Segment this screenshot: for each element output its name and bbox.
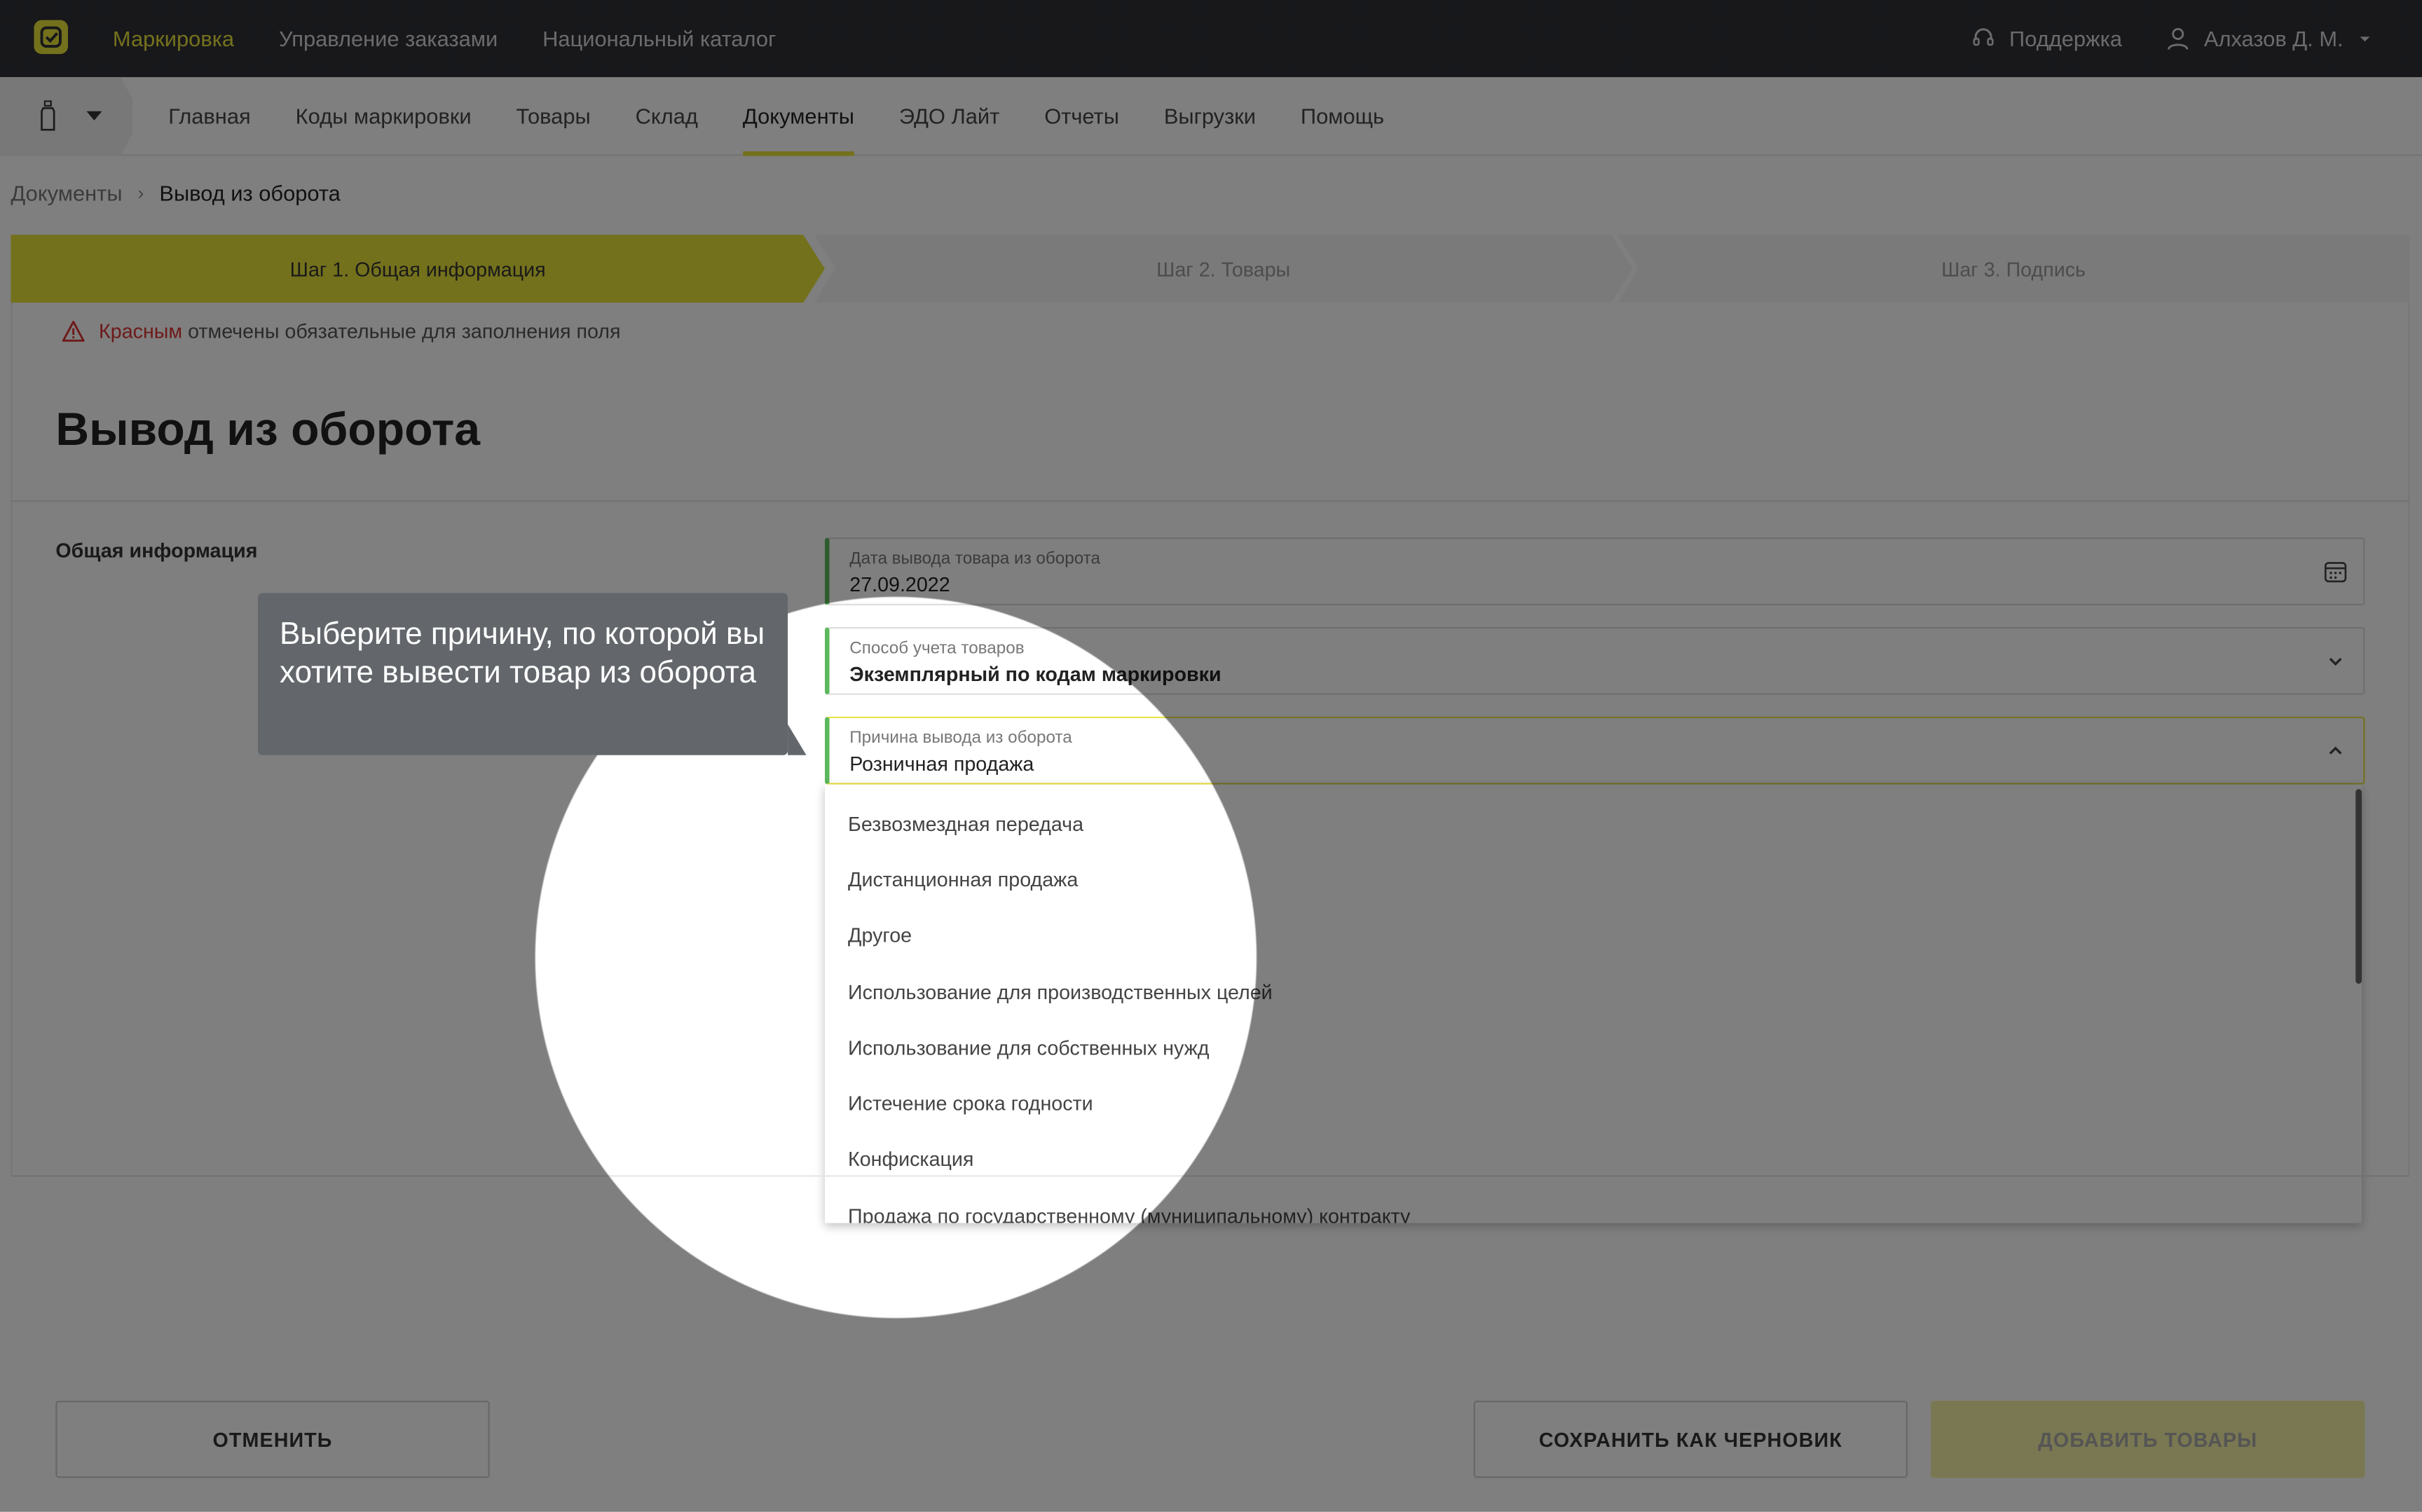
product-group-selector[interactable]: [0, 77, 133, 156]
bottle-icon: [41, 100, 55, 131]
user-icon: [2167, 28, 2189, 50]
withdrawal-reason-label: Причина вывода из оборота: [849, 729, 1072, 748]
dropdown-option[interactable]: Использование для производственных целей: [848, 981, 1273, 1004]
add-goods-button[interactable]: ДОБАВИТЬ ТОВАРЫ: [1931, 1401, 2365, 1478]
dropdown-scrollbar[interactable]: [2355, 789, 2362, 984]
date-field-label: Дата вывода товара из оборота: [849, 549, 1101, 569]
sub-nav-items: Главная Коды маркировки Товары Склад Док…: [168, 77, 1384, 156]
date-field[interactable]: Дата вывода товара из оборота 27.09.2022: [824, 537, 2365, 606]
dropdown-option[interactable]: Использование для собственных нужд: [848, 1036, 1209, 1059]
user-name: Алхазов Д. М.: [2203, 26, 2344, 51]
divider: [11, 1175, 2410, 1177]
nav-warehouse[interactable]: Склад: [636, 77, 698, 156]
caret-down-icon: [86, 111, 102, 121]
dropdown-option[interactable]: Дистанционная продажа: [848, 868, 1078, 891]
section-label: Общая информация: [55, 539, 258, 563]
top-nav-catalog[interactable]: Национальный каталог: [542, 26, 776, 50]
chevron-up-icon: [2329, 746, 2342, 755]
nav-goods[interactable]: Товары: [516, 77, 591, 156]
nav-codes[interactable]: Коды маркировки: [296, 77, 472, 156]
top-nav-marking[interactable]: Маркировка: [113, 26, 234, 50]
breadcrumb-parent[interactable]: Документы: [11, 181, 122, 205]
reason-dropdown-list: Безвозмездная передача Дистанционная про…: [824, 784, 2362, 1223]
chevron-right-icon: ›: [137, 182, 144, 204]
required-fields-note: Красным отмечены обязательные для заполн…: [62, 319, 621, 343]
step-goods[interactable]: Шаг 2. Товары: [814, 235, 1633, 303]
dropdown-option[interactable]: Продажа по государственному (муниципальн…: [848, 1204, 1410, 1223]
top-bar: Маркировка Управление заказами Националь…: [0, 0, 2422, 78]
nav-documents[interactable]: Документы: [742, 77, 855, 156]
withdrawal-reason-select[interactable]: Причина вывода из оборота Розничная прод…: [824, 716, 2365, 785]
wizard-steps: Шаг 1. Общая информация Шаг 2. Товары Ша…: [11, 235, 2410, 303]
dropdown-option[interactable]: Конфискация: [848, 1148, 973, 1171]
date-field-value: 27.09.2022: [849, 572, 950, 596]
breadcrumb: Документы › Вывод из оборота: [11, 181, 340, 205]
accounting-method-select[interactable]: Способ учета товаров Экземплярный по код…: [824, 626, 2365, 695]
top-nav: Маркировка Управление заказами Националь…: [113, 0, 776, 77]
nav-reports[interactable]: Отчеты: [1044, 77, 1119, 156]
top-right: Поддержка Алхазов Д. М.: [1971, 0, 2373, 77]
accounting-method-label: Способ учета товаров: [849, 639, 1025, 658]
nav-exports[interactable]: Выгрузки: [1164, 77, 1256, 156]
dropdown-option[interactable]: Истечение срока годности: [848, 1092, 1093, 1115]
chevron-down-icon: [2329, 657, 2342, 666]
top-nav-orders[interactable]: Управление заказами: [279, 26, 498, 50]
accounting-method-value: Экземплярный по кодам маркировки: [849, 662, 1222, 686]
dropdown-option[interactable]: Другое: [848, 923, 912, 947]
app-root: Маркировка Управление заказами Националь…: [0, 0, 2422, 1512]
step-general-info[interactable]: Шаг 1. Общая информация: [11, 235, 825, 303]
step-signature[interactable]: Шаг 3. Подпись: [1617, 235, 2410, 303]
support-link[interactable]: Поддержка: [1971, 26, 2123, 51]
user-menu[interactable]: Алхазов Д. М.: [2166, 26, 2373, 51]
headset-icon: [1973, 28, 1994, 46]
page-title: Вывод из оборота: [55, 404, 481, 456]
withdrawal-reason-value: Розничная продажа: [849, 752, 1034, 776]
calendar-icon[interactable]: [2323, 559, 2348, 584]
save-draft-button[interactable]: СОХРАНИТЬ КАК ЧЕРНОВИК: [1473, 1401, 1908, 1478]
support-label: Поддержка: [2009, 26, 2123, 51]
caret-down-icon: [2360, 36, 2370, 42]
cancel-button[interactable]: ОТМЕНИТЬ: [55, 1401, 490, 1478]
required-note-red: Красным: [99, 319, 183, 343]
nav-edo[interactable]: ЭДО Лайт: [899, 77, 999, 156]
logo-icon[interactable]: [34, 20, 68, 55]
breadcrumb-current: Вывод из оборота: [159, 180, 341, 206]
onboarding-tooltip: Выберите причину, по которой вы хотите в…: [258, 593, 807, 755]
nav-home[interactable]: Главная: [168, 77, 250, 156]
warning-icon: [62, 320, 85, 342]
dropdown-option[interactable]: Безвозмездная передача: [848, 812, 1083, 835]
divider: [11, 500, 2410, 502]
nav-help[interactable]: Помощь: [1301, 77, 1384, 156]
required-note-text: отмечены обязательные для заполнения пол…: [188, 319, 621, 343]
sub-nav: Главная Коды маркировки Товары Склад Док…: [0, 77, 2422, 156]
